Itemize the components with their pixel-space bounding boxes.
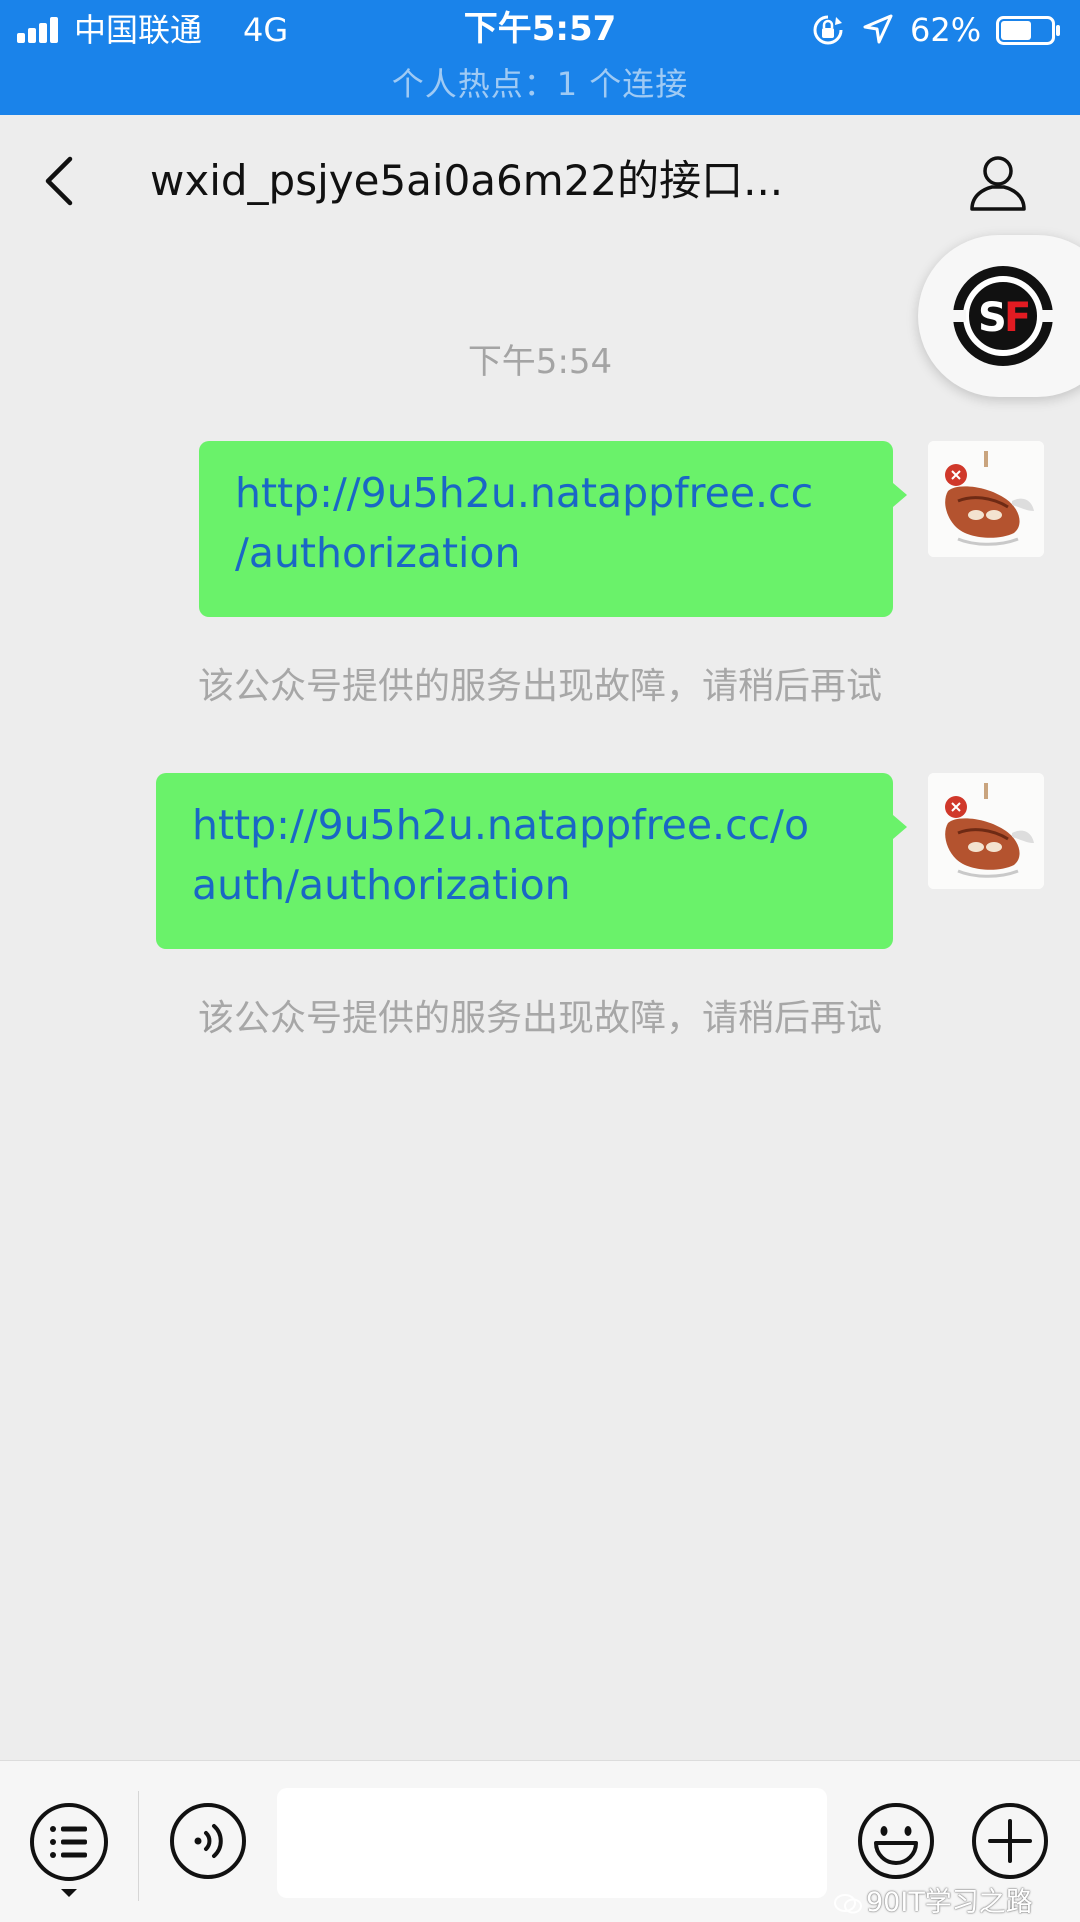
system-notice: 该公众号提供的服务出现故障，请稍后再试 (197, 666, 882, 707)
message-input[interactable] (277, 1788, 827, 1898)
message-link-line[interactable]: auth/authorization (192, 855, 861, 915)
wechat-watermark-icon (834, 1893, 862, 1913)
outgoing-message-bubble[interactable]: http://9u5h2u.natappfree.cc/o auth/autho… (156, 773, 907, 949)
message-link-line[interactable]: /authorization (235, 523, 861, 583)
watermark-text: 90IT学习之路 (866, 1887, 1033, 1918)
hotspot-banner[interactable]: 个人热点：1 个连接 (0, 64, 1080, 104)
avatar-illustration (928, 773, 1044, 889)
svg-text:S: S (978, 295, 1007, 341)
message-link-line[interactable]: http://9u5h2u.natappfree.cc (235, 463, 861, 523)
avatar-illustration (928, 441, 1044, 557)
menu-list-icon[interactable] (28, 1801, 110, 1901)
status-row: 中国联通 4G 下午5:57 62% (0, 0, 1080, 60)
location-arrow-icon (863, 14, 893, 44)
rotation-lock-icon (813, 15, 843, 45)
plus-icon[interactable] (970, 1801, 1050, 1881)
chat-title: wxid_psjye5ai0a6m22的接口... (150, 156, 784, 205)
message-link-line[interactable]: http://9u5h2u.natappfree.cc/o (192, 795, 861, 855)
user-avatar[interactable] (928, 441, 1044, 557)
user-avatar[interactable] (928, 773, 1044, 889)
status-bar: 中国联通 4G 下午5:57 62% 个人热点：1 个连接 (0, 0, 1080, 115)
system-notice: 该公众号提供的服务出现故障，请稍后再试 (197, 998, 882, 1039)
chat-nav-bar: wxid_psjye5ai0a6m22的接口... (0, 115, 1080, 245)
profile-icon[interactable] (966, 151, 1030, 215)
toolbar-divider (138, 1791, 139, 1901)
svg-text:F: F (1004, 295, 1031, 341)
battery-percent: 62% (910, 11, 982, 49)
watermark: 90IT学习之路 (834, 1888, 1074, 1918)
back-chevron-icon[interactable] (38, 153, 84, 209)
message-timestamp: 下午5:54 (467, 342, 613, 382)
voice-icon[interactable] (168, 1801, 248, 1881)
outgoing-message-bubble[interactable]: http://9u5h2u.natappfree.cc /authorizati… (199, 441, 907, 617)
emoji-icon[interactable] (856, 1801, 936, 1881)
battery-icon (996, 16, 1060, 45)
